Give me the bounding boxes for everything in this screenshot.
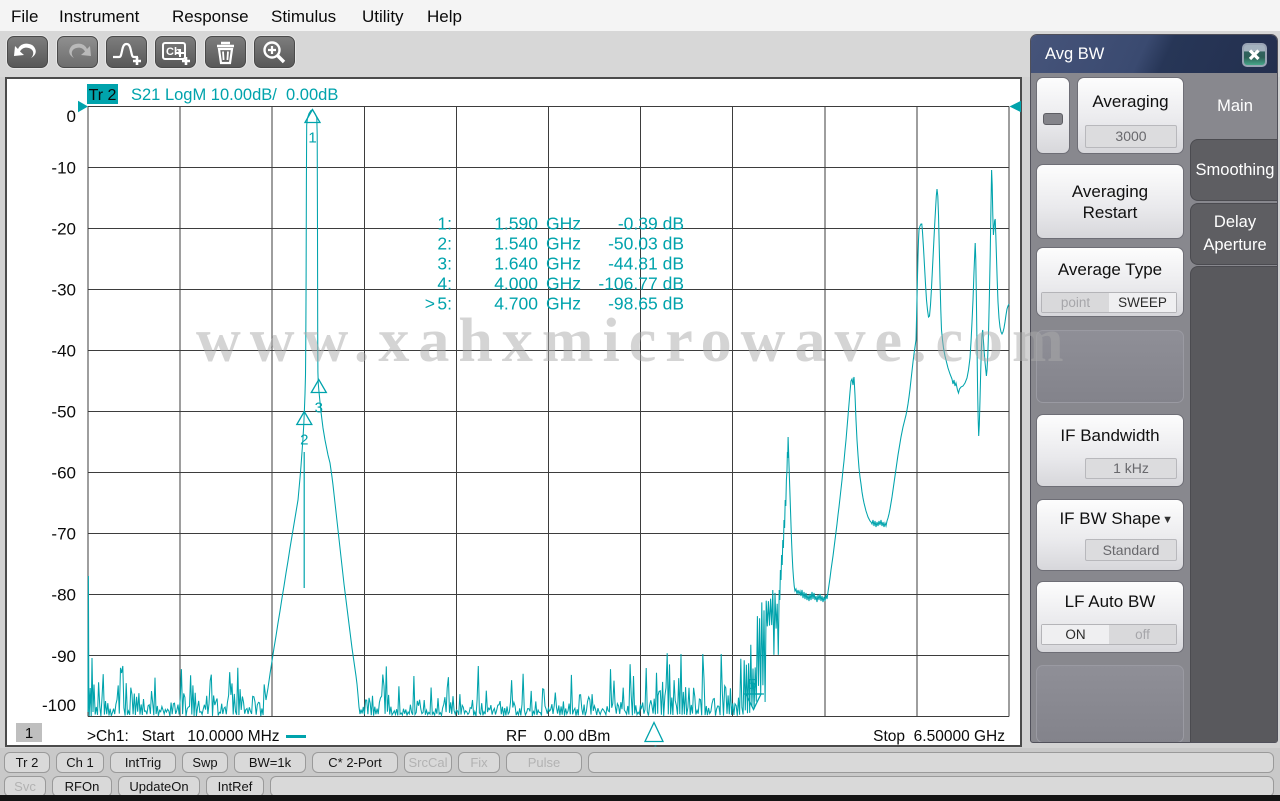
- svg-text:2:: 2:: [437, 234, 452, 254]
- svg-text:-44.81 dB: -44.81 dB: [608, 254, 684, 274]
- svg-text:3:: 3:: [437, 254, 452, 274]
- svg-text:GHz: GHz: [546, 234, 581, 254]
- svg-text:GHz: GHz: [546, 294, 581, 314]
- svg-text:GHz: GHz: [546, 214, 581, 234]
- svg-text:-50: -50: [51, 403, 76, 422]
- svg-text:-20: -20: [51, 220, 76, 239]
- svg-text:RF 0.00 dBm: RF 0.00 dBm: [506, 728, 610, 745]
- svg-text:GHz: GHz: [546, 254, 581, 274]
- svg-text:0: 0: [67, 107, 76, 126]
- svg-text:1: 1: [25, 725, 33, 742]
- svg-text:S21 LogM 10.00dB/ 0.00dB: S21 LogM 10.00dB/ 0.00dB: [131, 86, 338, 104]
- svg-text:-100: -100: [42, 696, 76, 715]
- svg-text:-60: -60: [51, 464, 76, 483]
- svg-text:-98.65 dB: -98.65 dB: [608, 294, 684, 314]
- svg-text:-40: -40: [51, 342, 76, 361]
- svg-text:-106.77 dB: -106.77 dB: [598, 274, 684, 294]
- svg-text:4.000: 4.000: [494, 274, 538, 294]
- svg-text:-10: -10: [51, 159, 76, 178]
- svg-text:3: 3: [315, 400, 323, 417]
- svg-text:1.640: 1.640: [494, 254, 538, 274]
- svg-text:GHz: GHz: [546, 274, 581, 294]
- svg-text:4.700: 4.700: [494, 294, 538, 314]
- svg-text:1.590: 1.590: [494, 214, 538, 234]
- svg-text:-70: -70: [51, 525, 76, 544]
- svg-text:-30: -30: [51, 281, 76, 300]
- svg-text:4:: 4:: [437, 274, 452, 294]
- svg-text:5:: 5:: [437, 294, 452, 314]
- svg-text:-90: -90: [51, 647, 76, 666]
- svg-text:2: 2: [300, 432, 308, 449]
- svg-text:-0.39 dB: -0.39 dB: [618, 214, 684, 234]
- svg-text:-50.03 dB: -50.03 dB: [608, 234, 684, 254]
- svg-text:5: 5: [748, 676, 756, 693]
- svg-text:Tr 2: Tr 2: [89, 87, 117, 104]
- svg-text:1.540: 1.540: [494, 234, 538, 254]
- svg-text:>: >: [425, 294, 435, 314]
- svg-text:Stop 6.50000 GHz: Stop 6.50000 GHz: [873, 728, 1005, 745]
- svg-text:1:: 1:: [437, 214, 452, 234]
- svg-text:-80: -80: [51, 586, 76, 605]
- svg-text:1: 1: [308, 130, 316, 147]
- svg-text:>Ch1: Start 10.0000 MHz: >Ch1: Start 10.0000 MHz: [87, 728, 280, 745]
